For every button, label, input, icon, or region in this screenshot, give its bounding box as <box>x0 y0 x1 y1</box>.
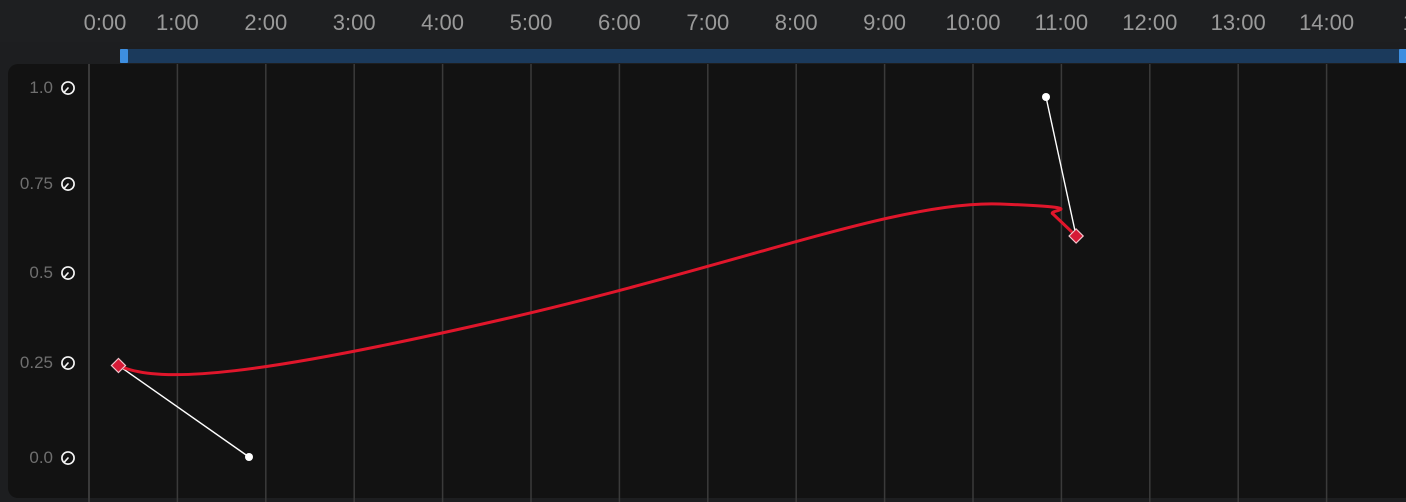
animation-curve[interactable] <box>117 202 1078 377</box>
value-axis-label: 0.0 <box>29 448 53 467</box>
value-axis-label: 0.5 <box>29 263 53 282</box>
reset-dial-icon[interactable] <box>61 356 76 371</box>
reset-dial-icon[interactable] <box>61 266 76 281</box>
value-axis-label: 1.0 <box>29 78 53 97</box>
tangent-handle-point[interactable] <box>1042 93 1050 101</box>
value-axis-label: 0.75 <box>19 174 53 193</box>
curve-editor: 0:00 1:00 2:00 3:00 4:00 5:00 6:00 7:00 8:00 9:00… <box>0 0 1406 502</box>
reset-dial-icon[interactable] <box>61 177 76 192</box>
curve-canvas[interactable] <box>0 0 1406 502</box>
reset-dial-icon[interactable] <box>61 451 76 466</box>
tangent-handle-line <box>118 364 250 458</box>
reset-dial-icon[interactable] <box>61 81 76 96</box>
keyframe-marker[interactable] <box>110 357 127 374</box>
tangent-handle-point[interactable] <box>245 453 253 461</box>
value-axis-label: 0.25 <box>19 353 53 372</box>
